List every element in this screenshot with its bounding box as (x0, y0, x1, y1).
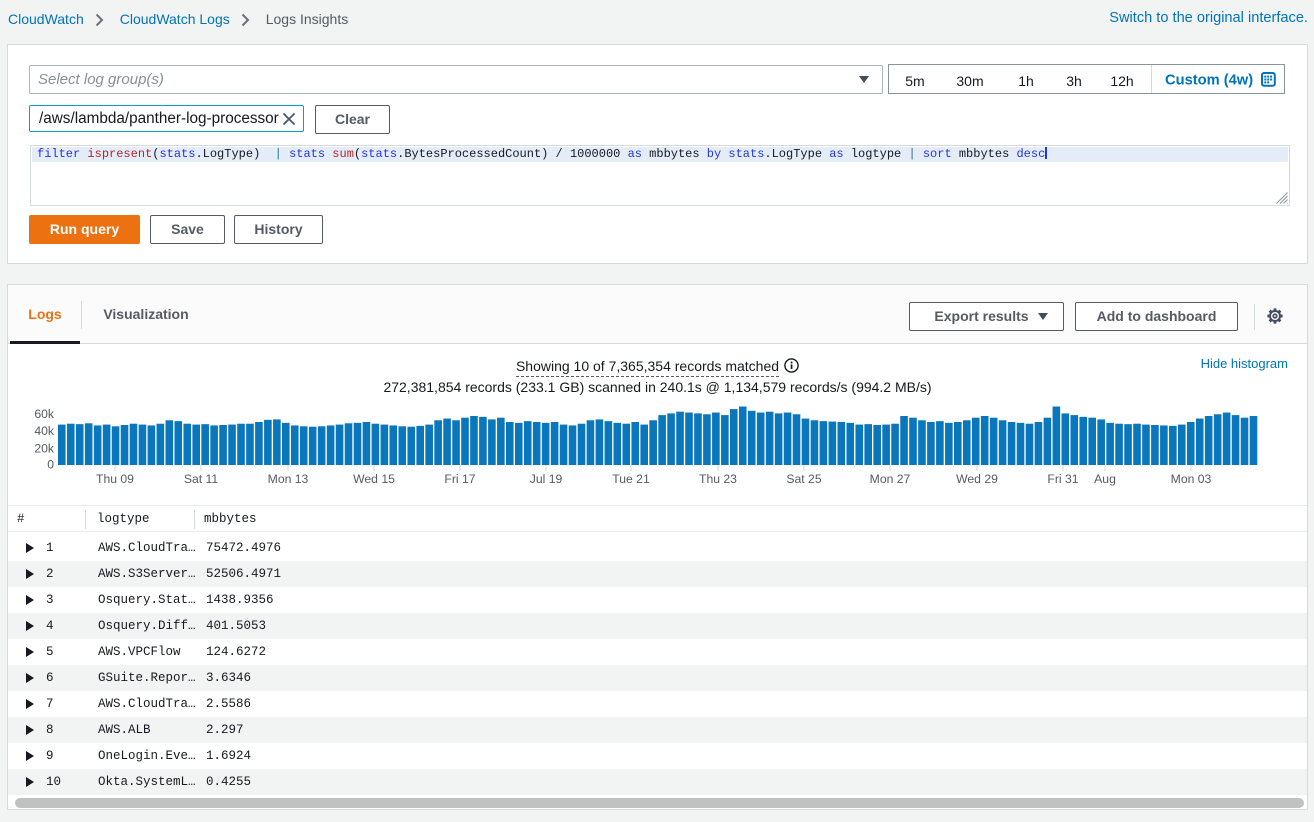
svg-text:0: 0 (47, 458, 54, 472)
svg-text:20k: 20k (34, 442, 55, 456)
svg-text:Thu 23: Thu 23 (699, 472, 737, 486)
svg-text:Sat 11: Sat 11 (184, 472, 219, 486)
svg-text:Tue 21: Tue 21 (612, 472, 650, 486)
svg-text:Fri 17: Fri 17 (444, 472, 475, 486)
svg-text:Fri 31: Fri 31 (1047, 472, 1078, 486)
svg-text:Wed 29: Wed 29 (956, 472, 998, 486)
svg-text:60k: 60k (34, 407, 55, 421)
svg-text:40k: 40k (34, 424, 55, 438)
svg-text:Mon 03: Mon 03 (1171, 472, 1212, 486)
svg-text:Jul 19: Jul 19 (530, 472, 563, 486)
svg-text:Aug: Aug (1094, 472, 1116, 486)
svg-text:Mon 13: Mon 13 (268, 472, 309, 486)
svg-text:Thu 09: Thu 09 (96, 472, 134, 486)
svg-text:Wed 15: Wed 15 (353, 472, 395, 486)
svg-text:Sat 25: Sat 25 (786, 472, 821, 486)
svg-text:Mon 27: Mon 27 (870, 472, 911, 486)
